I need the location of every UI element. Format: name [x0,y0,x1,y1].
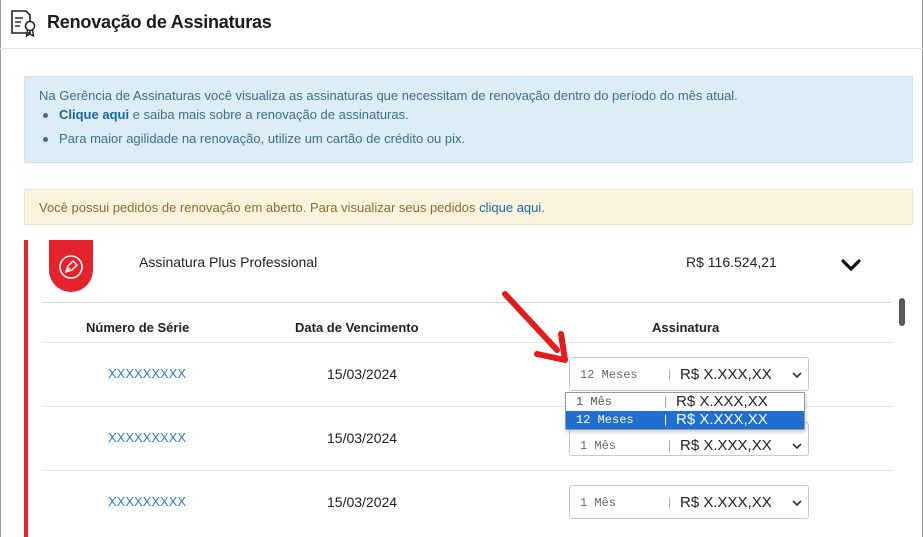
column-header-subscription: Assinatura [652,320,720,335]
chevron-down-icon [792,372,802,379]
plan-select[interactable]: 12 Meses | R$ X.XXX,XX [569,357,809,391]
subscription-card: Assinatura Plus Professional R$ 116.524,… [24,240,913,537]
certificate-document-icon [11,10,36,37]
subscription-name: Assinatura Plus Professional [139,254,318,270]
info-alert: Na Gerência de Assinaturas você visualiz… [24,76,913,163]
column-header-due-date: Data de Vencimento [295,320,419,335]
chevron-down-icon[interactable] [839,256,863,274]
dropdown-option-amount: R$ X.XXX,XX [676,411,768,428]
subscription-badge [49,240,93,292]
learn-more-link[interactable]: Clique aqui [59,107,129,122]
chevron-down-icon [792,443,802,450]
plan-dropdown-list: 1 Mês | R$ X.XXX,XX 12 Meses | R$ X.XXX,… [565,392,805,430]
serial-number-link[interactable]: XXXXXXXXX [108,430,186,445]
dropdown-option-12-meses[interactable]: 12 Meses | R$ X.XXX,XX [566,411,804,429]
open-orders-suffix: . [541,200,545,215]
chevron-down-icon [792,500,802,507]
due-date: 15/03/2024 [327,430,398,446]
dropdown-option-amount: R$ X.XXX,XX [676,393,768,410]
column-header-serial: Número de Série [86,320,190,335]
plan-select-separator: | [668,367,672,381]
learn-more-text: e saiba mais sobre a renovação de assina… [129,107,409,122]
info-bullet-learn-more: Clique aqui e saiba mais sobre a renovaç… [39,106,898,124]
info-text: Na Gerência de Assinaturas você visualiz… [39,88,738,103]
info-bullet-payment-tip: Para maior agilidade na renovação, utili… [39,130,898,148]
plan-select[interactable]: 1 Mês | R$ X.XXX,XX [569,485,809,519]
scrollbar[interactable] [897,298,905,537]
due-date: 15/03/2024 [327,366,398,382]
pen-nib-icon [59,255,83,279]
plan-select-separator: | [668,438,672,452]
plan-select-amount: R$ X.XXX,XX [680,366,772,383]
plan-select-option: 12 Meses [580,368,638,382]
row-divider [42,342,892,343]
page-header: Renovação de Assinaturas [0,0,923,48]
info-list: Clique aqui e saiba mais sobre a renovaç… [39,106,898,148]
dropdown-option-separator: | [664,394,668,408]
serial-number-link[interactable]: XXXXXXXXX [108,366,186,381]
plan-select-option: 1 Mês [580,439,617,453]
red-pointer-arrow-icon [502,291,568,363]
serial-number-link[interactable]: XXXXXXXXX [108,494,186,509]
dropdown-option-1-mes[interactable]: 1 Mês | R$ X.XXX,XX [566,393,804,411]
dropdown-option-label: 12 Meses [576,413,634,427]
open-orders-text: Você possui pedidos de renovação em aber… [39,200,480,215]
plan-select-amount: R$ X.XXX,XX [680,437,772,454]
page-title: Renovação de Assinaturas [47,12,272,32]
dropdown-option-label: 1 Mês [576,395,613,409]
open-orders-alert: Você possui pedidos de renovação em aber… [24,189,913,225]
view-orders-link[interactable]: clique aqui [479,200,541,215]
card-divider [42,302,892,303]
row-divider [42,470,892,471]
due-date: 15/03/2024 [327,494,398,510]
plan-select-amount: R$ X.XXX,XX [680,494,772,511]
scrollbar-thumb[interactable] [899,298,905,326]
subscription-price: R$ 116.524,21 [686,254,777,270]
header-divider [0,48,923,49]
dropdown-option-separator: | [664,412,668,426]
plan-select-separator: | [668,495,672,509]
plan-select-option: 1 Mês [580,496,617,510]
